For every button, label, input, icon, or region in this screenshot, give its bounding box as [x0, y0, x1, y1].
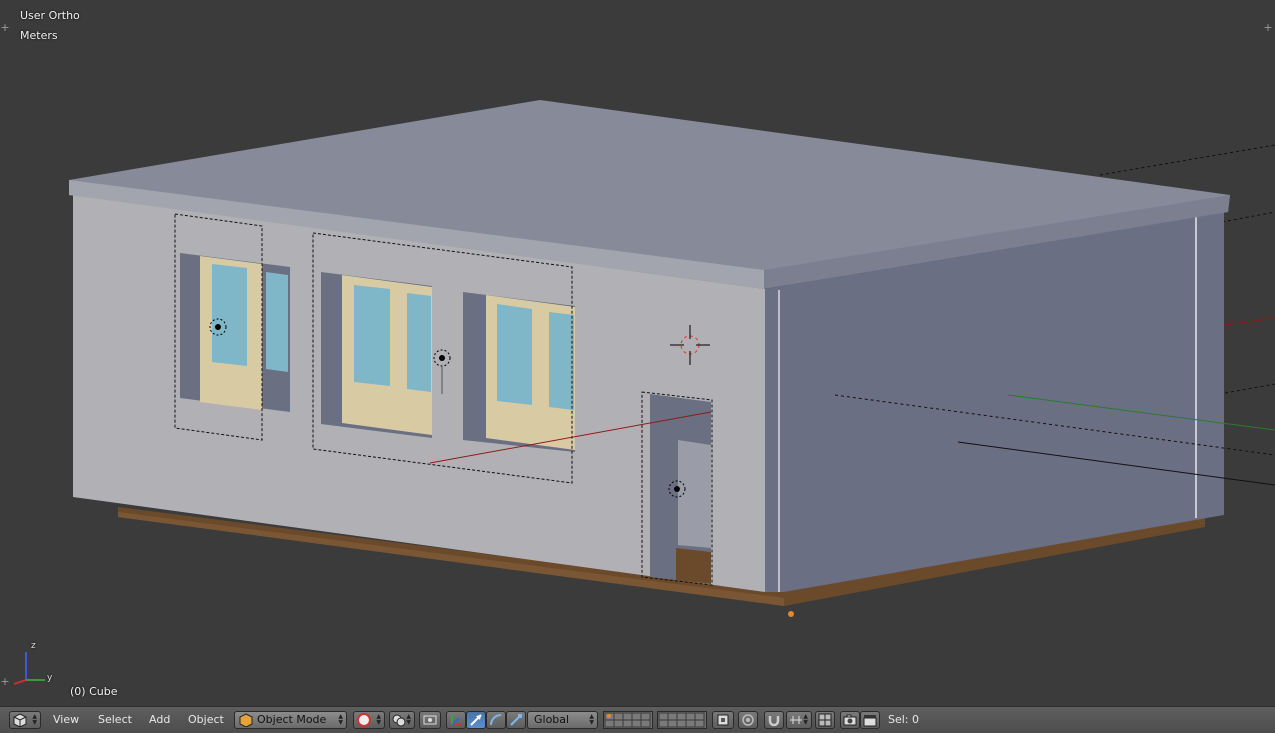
- window-glass: [549, 312, 574, 410]
- region-expand-icon[interactable]: +: [1263, 22, 1273, 34]
- layer-grid-icon: [604, 712, 651, 728]
- view-name-label: User Ortho: [20, 9, 80, 22]
- axis-y-label: y: [47, 673, 53, 683]
- object-mode-cube-icon: [239, 713, 253, 727]
- manipulate-center-button[interactable]: [419, 711, 441, 729]
- dropdown-arrows-icon: ▲ ▼: [803, 713, 808, 726]
- object-origin: [215, 324, 221, 330]
- pivot-point-selector[interactable]: ▲ ▼: [389, 711, 415, 729]
- dropdown-arrows-icon: ▲ ▼: [589, 713, 594, 726]
- x-axis-line: [1224, 317, 1275, 326]
- window-glass: [354, 285, 390, 386]
- 3d-view-header: ▲ ▼ View Select Add Object Object Mode ▲ ▼…: [0, 706, 1275, 733]
- dropdown-arrows-icon: ▲ ▼: [338, 713, 343, 726]
- layer-grid-icon: [658, 712, 705, 728]
- guide-line: [1224, 383, 1275, 394]
- viewport[interactable]: User Ortho Meters z y (0) Cube + + +: [0, 0, 1275, 706]
- axis-z-label: z: [31, 641, 36, 651]
- proportional-circle-icon: [742, 714, 754, 726]
- orientation-label: Global: [534, 713, 570, 726]
- guide-line: [1099, 144, 1275, 176]
- door-floor: [676, 548, 711, 584]
- menu-view[interactable]: View: [53, 712, 79, 728]
- dropdown-arrows-icon: ▲ ▼: [32, 713, 37, 726]
- mode-label: Object Mode: [257, 713, 327, 726]
- shading-sphere-icon: [357, 713, 371, 727]
- snap-grid-icon: [818, 713, 832, 727]
- editor-type-selector[interactable]: ▲ ▼: [9, 711, 41, 729]
- magnet-icon: [768, 716, 780, 727]
- translate-manipulator-button[interactable]: [466, 711, 486, 729]
- axis-gizmo: [13, 652, 45, 685]
- render-animation-button[interactable]: [860, 711, 880, 729]
- snap-element-selector[interactable]: ▲ ▼: [786, 711, 812, 729]
- snap-increment-icon: [790, 716, 802, 724]
- proportional-editing-button[interactable]: [738, 711, 758, 729]
- window-glass: [266, 272, 288, 372]
- mode-selector[interactable]: Object Mode ▲ ▼: [234, 711, 347, 729]
- region-expand-icon[interactable]: +: [0, 22, 10, 34]
- snap-target-button[interactable]: [815, 711, 835, 729]
- window-glass: [212, 264, 247, 366]
- units-label: Meters: [20, 29, 58, 42]
- dropdown-arrows-icon: ▲ ▼: [406, 713, 411, 726]
- layer-lock-icon: [717, 714, 729, 726]
- scale-icon: [510, 714, 522, 726]
- menu-add[interactable]: Add: [149, 712, 170, 728]
- layers-grid-left[interactable]: [603, 711, 653, 729]
- rotate-arc-icon: [490, 714, 502, 726]
- snap-toggle-button[interactable]: [764, 711, 784, 729]
- menu-object[interactable]: Object: [188, 712, 224, 728]
- scene-canvas[interactable]: [0, 0, 1275, 706]
- menu-select[interactable]: Select: [98, 712, 132, 728]
- layers-grid-right[interactable]: [657, 711, 707, 729]
- scale-manipulator-button[interactable]: [506, 711, 526, 729]
- rotate-manipulator-button[interactable]: [486, 711, 506, 729]
- camera-icon: [843, 714, 857, 726]
- arrow-icon: [470, 714, 482, 726]
- window-glass: [497, 304, 532, 405]
- clapperboard-icon: [863, 715, 877, 727]
- center-points-icon: [423, 715, 437, 725]
- object-origin: [674, 486, 680, 492]
- lock-layers-button[interactable]: [712, 711, 734, 729]
- object-origin: [439, 355, 445, 361]
- pivot-icon: [392, 714, 406, 727]
- dropdown-arrows-icon: ▲ ▼: [376, 713, 381, 726]
- object-info-label: (0) Cube: [70, 685, 118, 698]
- selection-count: Sel: 0: [888, 713, 920, 726]
- window-glass: [407, 293, 431, 392]
- region-expand-icon[interactable]: +: [0, 676, 10, 688]
- viewport-shading-selector[interactable]: ▲ ▼: [353, 711, 385, 729]
- blender-3d-view: User Ortho Meters z y (0) Cube + + + ▲ ▼ …: [0, 0, 1275, 733]
- transform-manipulator-toggle[interactable]: [446, 711, 466, 729]
- render-still-button[interactable]: [840, 711, 860, 729]
- manipulator-icon: [451, 715, 461, 726]
- guide-line: [1221, 211, 1275, 223]
- cube-icon: [13, 713, 27, 727]
- transform-orientation-selector[interactable]: Global ▲ ▼: [527, 711, 598, 729]
- active-origin: [788, 611, 794, 617]
